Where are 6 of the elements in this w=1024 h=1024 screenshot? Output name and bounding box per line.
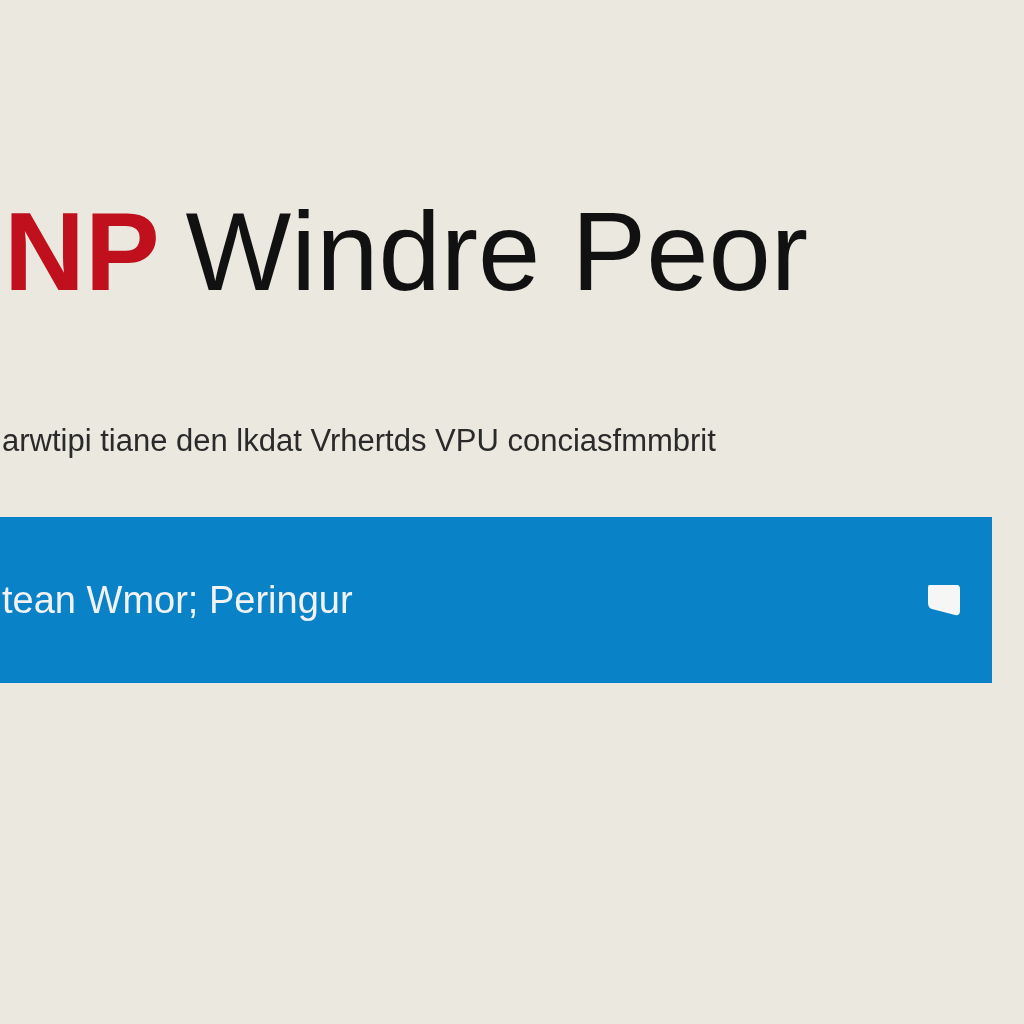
page-title: Windre Peor <box>185 190 809 314</box>
subtitle: arwtipi tiane den lkdat Vrhertds VPU conciasfmmbrit <box>1 423 717 460</box>
banner-label: tean Wmor; Peringur <box>2 578 353 622</box>
logo-mark: NP <box>4 190 160 314</box>
speech-bubble-icon <box>926 583 962 618</box>
banner[interactable]: tean Wmor; Peringur <box>0 517 992 684</box>
